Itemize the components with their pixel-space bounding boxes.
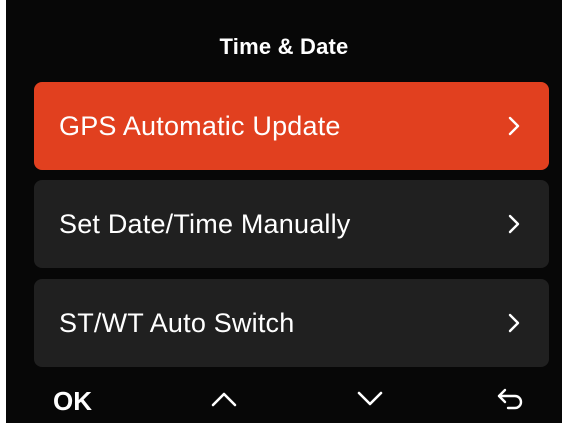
- chevron-down-icon: [355, 390, 385, 413]
- chevron-up-icon: [209, 390, 239, 413]
- chevron-right-icon: [503, 312, 525, 334]
- return-arrow-icon: [496, 386, 526, 417]
- down-button[interactable]: [349, 380, 391, 423]
- menu-item-label: GPS Automatic Update: [59, 110, 341, 141]
- menu-item-gps-automatic-update[interactable]: GPS Automatic Update: [34, 82, 549, 170]
- menu-item-set-date-time-manually[interactable]: Set Date/Time Manually: [34, 180, 549, 268]
- ok-button[interactable]: OK: [53, 380, 113, 423]
- chevron-right-icon: [503, 213, 525, 235]
- menu-item-label: ST/WT Auto Switch: [59, 307, 295, 338]
- menu-item-label: Set Date/Time Manually: [59, 208, 351, 239]
- up-button[interactable]: [203, 380, 245, 423]
- softkey-bar: OK: [6, 380, 562, 423]
- device-screen: Time & Date GPS Automatic Update Set Dat…: [6, 0, 562, 423]
- back-button[interactable]: [490, 380, 532, 423]
- chevron-right-icon: [503, 115, 525, 137]
- menu-item-st-wt-auto-switch[interactable]: ST/WT Auto Switch: [34, 279, 549, 367]
- page-title: Time & Date: [219, 34, 349, 59]
